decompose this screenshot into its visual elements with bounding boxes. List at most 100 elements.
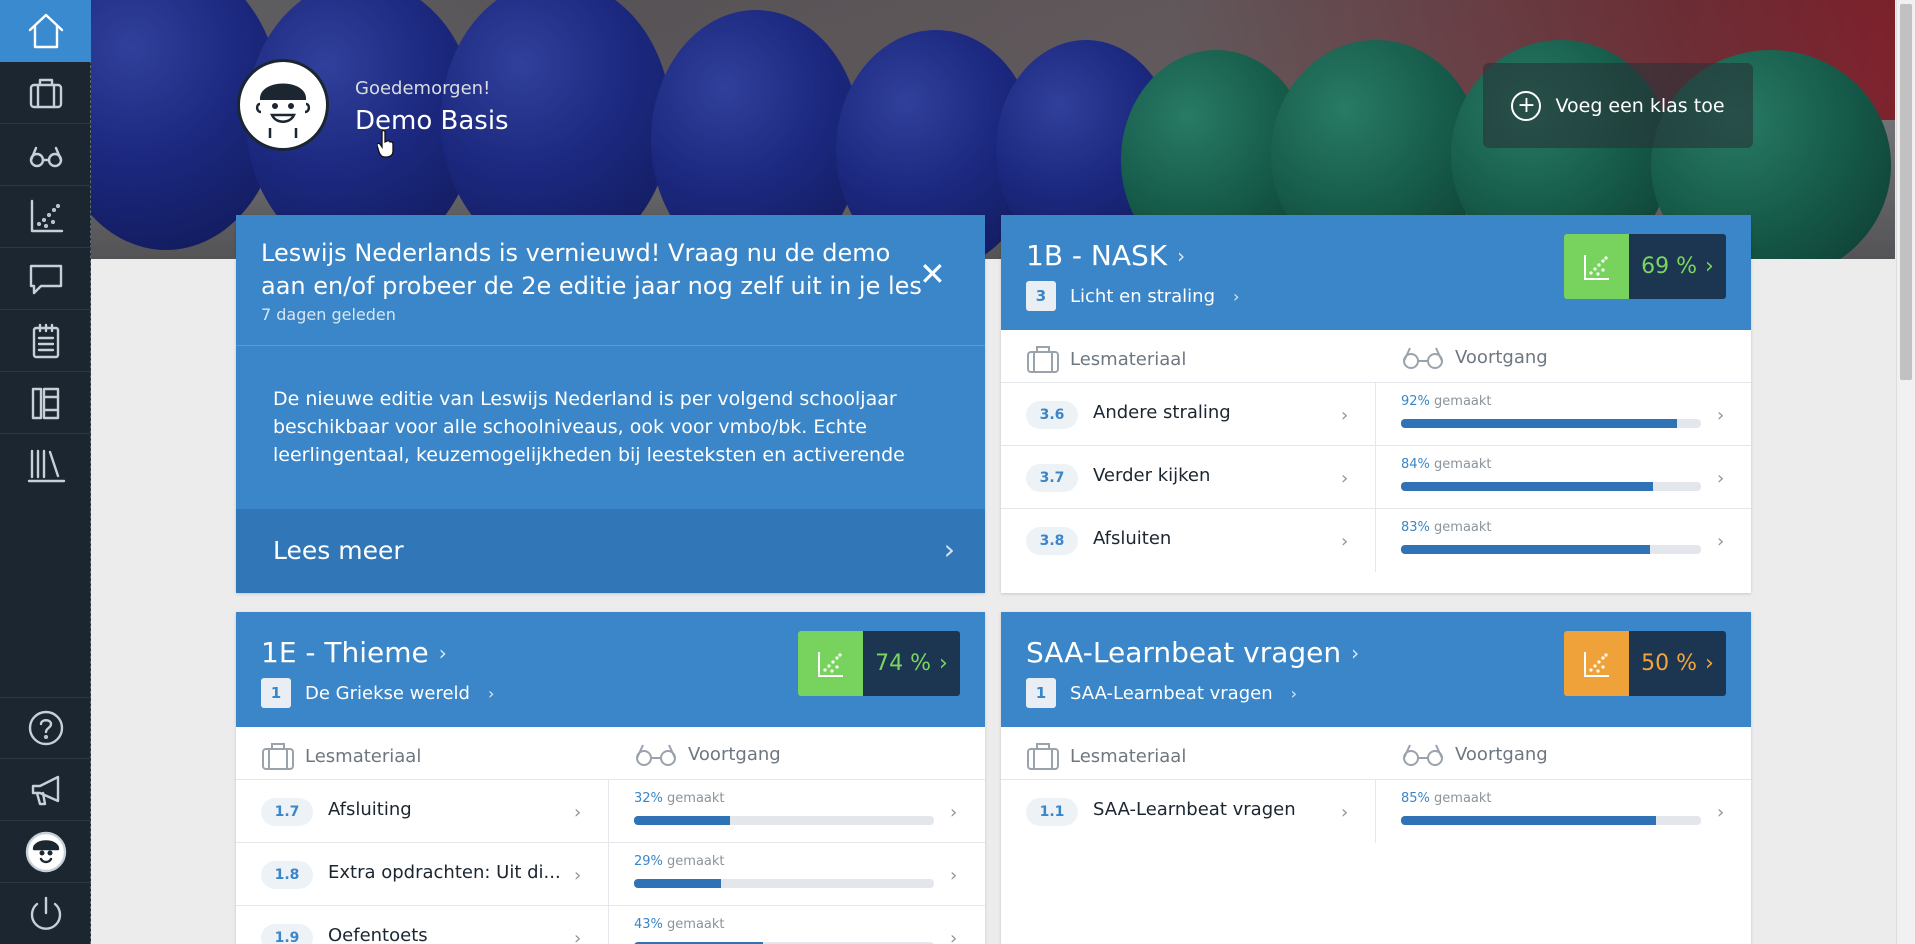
chevron-right-icon[interactable]: › bbox=[1717, 802, 1724, 823]
briefcase-icon bbox=[1027, 743, 1059, 770]
sidebar-item-methodes[interactable] bbox=[0, 372, 91, 434]
avatar-icon bbox=[255, 83, 311, 138]
chevron-right-icon: › bbox=[574, 865, 582, 886]
progress-bar bbox=[1401, 545, 1701, 554]
chevron-right-icon[interactable]: › bbox=[950, 928, 957, 944]
sidebar-item-uitloggen[interactable] bbox=[0, 883, 91, 944]
column-lesmateriaal: Lesmateriaal bbox=[261, 741, 421, 771]
glasses-icon bbox=[29, 146, 62, 167]
chart-icon bbox=[1564, 234, 1629, 299]
glasses-icon bbox=[636, 744, 676, 766]
lesson-row[interactable]: 1.1 SAA-Learnbeat vragen › 85% gemaakt › bbox=[1001, 780, 1751, 843]
progress-label: 92% gemaakt bbox=[1401, 394, 1492, 409]
lesson-name: Verder kijken bbox=[1093, 465, 1211, 486]
chevron-right-icon[interactable]: › bbox=[950, 865, 957, 886]
read-more-label: Lees meer bbox=[273, 536, 404, 565]
megaphone-icon bbox=[31, 775, 59, 805]
lesson-name: Afsluiting bbox=[328, 799, 412, 820]
news-body: De nieuwe editie van Leswijs Nederland i… bbox=[273, 388, 905, 466]
chapter-number: 1 bbox=[261, 678, 291, 708]
library-icon bbox=[27, 449, 65, 483]
score-button[interactable]: 69 % › bbox=[1564, 234, 1726, 299]
class-title-link[interactable]: 1B - NASK › bbox=[1026, 239, 1185, 272]
glasses-icon bbox=[1403, 744, 1443, 766]
column-headers: Lesmateriaal Voortgang bbox=[1001, 330, 1751, 383]
news-date: 7 dagen geleden bbox=[261, 305, 396, 324]
progress-label: 85% gemaakt bbox=[1401, 791, 1492, 806]
news-title: Leswijs Nederlands is vernieuwd! Vraag n… bbox=[261, 239, 922, 300]
progress-bar bbox=[1401, 816, 1701, 825]
chart-icon bbox=[798, 631, 863, 696]
sidebar-item-lesmateriaal[interactable] bbox=[0, 62, 91, 124]
chevron-right-icon: › bbox=[487, 683, 495, 703]
books-icon bbox=[31, 387, 59, 419]
chevron-right-icon: › bbox=[1290, 683, 1298, 703]
chevron-right-icon[interactable]: › bbox=[1717, 531, 1724, 552]
column-voortgang: Voortgang bbox=[1401, 741, 1548, 767]
class-card-header: 1E - Thieme › 1 De Griekse wereld › 74 %… bbox=[236, 612, 985, 727]
chevron-right-icon[interactable]: › bbox=[1717, 405, 1724, 426]
score-button[interactable]: 50 % › bbox=[1564, 631, 1726, 696]
score-value: 69 % bbox=[1641, 254, 1698, 279]
read-more-button[interactable]: Lees meer › bbox=[236, 509, 985, 593]
lesson-list: 1.7 Afsluiting › 32% gemaakt › 1.8 Extra… bbox=[236, 780, 985, 944]
sidebar-item-profiel[interactable] bbox=[0, 821, 91, 883]
chapter-link[interactable]: 1 De Griekse wereld › bbox=[261, 678, 494, 708]
sidebar-item-resultaten[interactable] bbox=[0, 186, 91, 248]
add-class-button[interactable]: + Voeg een klas toe bbox=[1483, 63, 1753, 148]
chevron-right-icon: › bbox=[1351, 640, 1360, 665]
lesson-row[interactable]: 1.8 Extra opdrachten: Uit di... › 29% ge… bbox=[236, 843, 985, 906]
lesson-row[interactable]: 3.6 Andere straling › 92% gemaakt › bbox=[1001, 383, 1751, 446]
lesson-row[interactable]: 1.7 Afsluiting › 32% gemaakt › bbox=[236, 780, 985, 843]
briefcase-icon bbox=[29, 78, 62, 108]
class-card: SAA-Learnbeat vragen › 1 SAA-Learnbeat v… bbox=[1001, 612, 1751, 944]
chevron-right-icon: › bbox=[939, 651, 948, 676]
plus-circle-icon: + bbox=[1511, 90, 1542, 121]
sidebar-item-toetsen[interactable] bbox=[0, 310, 91, 372]
chevron-right-icon[interactable]: › bbox=[950, 802, 957, 823]
greeting: Goedemorgen! bbox=[355, 78, 491, 99]
sidebar-item-help[interactable] bbox=[0, 697, 91, 759]
lesson-row[interactable]: 3.7 Verder kijken › 84% gemaakt › bbox=[1001, 446, 1751, 509]
class-title-link[interactable]: SAA-Learnbeat vragen › bbox=[1026, 636, 1359, 669]
lesson-list: 1.1 SAA-Learnbeat vragen › 85% gemaakt › bbox=[1001, 780, 1751, 843]
sidebar-item-berichten[interactable] bbox=[0, 248, 91, 310]
sidebar-item-voortgang[interactable] bbox=[0, 124, 91, 186]
progress-bar bbox=[1401, 482, 1701, 491]
scrollbar[interactable] bbox=[1896, 0, 1915, 944]
chevron-right-icon: › bbox=[1233, 286, 1240, 306]
chevron-right-icon: › bbox=[574, 928, 582, 944]
close-icon[interactable]: ✕ bbox=[919, 258, 946, 290]
chapter-name: SAA-Learnbeat vragen bbox=[1070, 682, 1273, 704]
column-lesmateriaal: Lesmateriaal bbox=[1026, 741, 1186, 771]
briefcase-icon bbox=[262, 743, 294, 770]
user-avatar[interactable] bbox=[237, 59, 329, 151]
score-button[interactable]: 74 % › bbox=[798, 631, 960, 696]
class-card: 1B - NASK › 3 Licht en straling › 69 % › … bbox=[1001, 215, 1751, 593]
chevron-right-icon: › bbox=[1341, 802, 1349, 823]
sidebar-item-home[interactable] bbox=[0, 0, 91, 62]
power-icon bbox=[30, 896, 61, 930]
class-title: 1B - NASK bbox=[1026, 239, 1168, 272]
lesson-row[interactable]: 1.9 Oefentoets › 43% gemaakt › bbox=[236, 906, 985, 944]
lesson-name: Andere straling bbox=[1093, 402, 1231, 423]
class-title-link[interactable]: 1E - Thieme › bbox=[261, 636, 447, 669]
chart-icon bbox=[30, 199, 63, 232]
sidebar-item-bibliotheek[interactable] bbox=[0, 434, 91, 496]
divider bbox=[236, 345, 985, 346]
scrollbar-thumb[interactable] bbox=[1900, 4, 1912, 380]
class-title: SAA-Learnbeat vragen bbox=[1026, 636, 1342, 669]
progress-label: 29% gemaakt bbox=[634, 854, 725, 869]
progress-label: 32% gemaakt bbox=[634, 791, 725, 806]
news-card: Leswijs Nederlands is vernieuwd! Vraag n… bbox=[236, 215, 985, 593]
chevron-right-icon[interactable]: › bbox=[1717, 468, 1724, 489]
column-voortgang: Voortgang bbox=[1401, 344, 1548, 370]
sidebar-item-nieuws[interactable] bbox=[0, 759, 91, 821]
chapter-link[interactable]: 3 Licht en straling › bbox=[1026, 281, 1239, 311]
chapter-link[interactable]: 1 SAA-Learnbeat vragen › bbox=[1026, 678, 1297, 708]
lesson-name: Extra opdrachten: Uit di... bbox=[328, 862, 561, 883]
lesson-number: 1.7 bbox=[261, 798, 313, 826]
lesson-row[interactable]: 3.8 Afsluiten › 83% gemaakt › bbox=[1001, 509, 1751, 572]
briefcase-icon bbox=[1027, 346, 1059, 373]
column-headers: Lesmateriaal Voortgang bbox=[1001, 727, 1751, 780]
